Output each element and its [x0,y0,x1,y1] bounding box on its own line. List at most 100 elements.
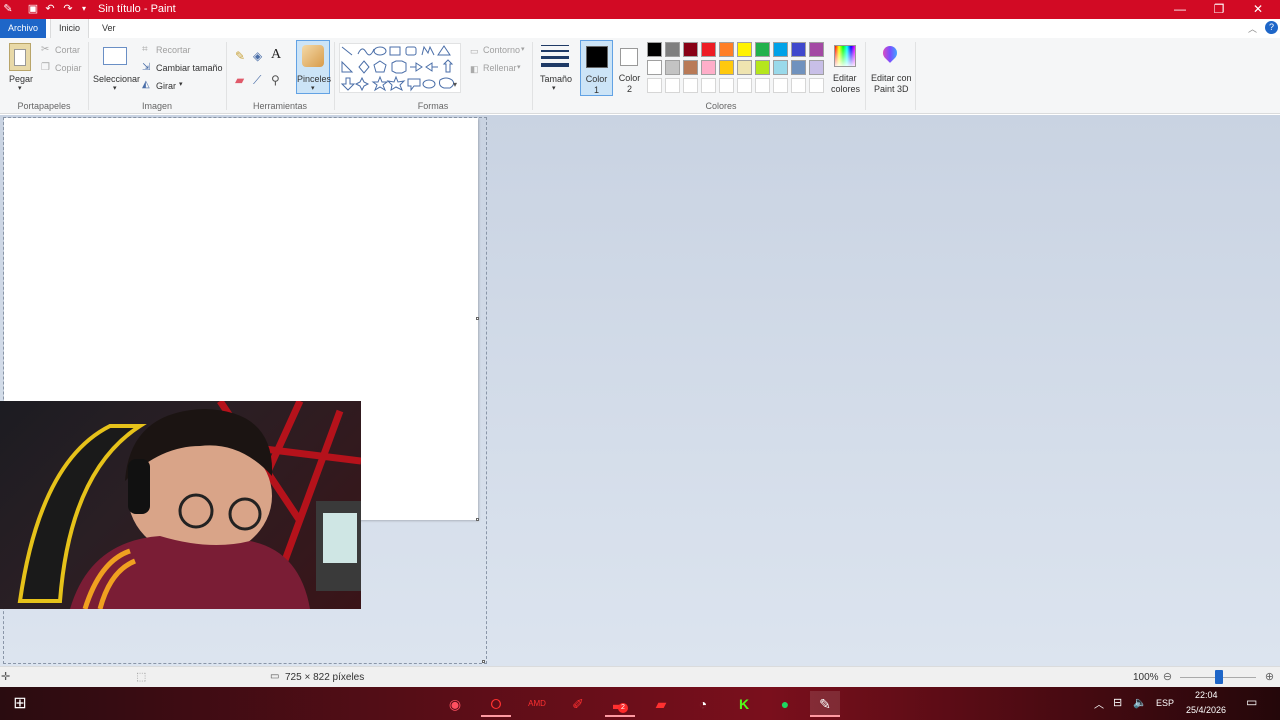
edit-colors-label-2[interactable]: colores [831,84,860,94]
edit-colors-label-1[interactable]: Editar [833,73,857,83]
palette-swatch[interactable] [665,42,680,57]
fill-icon[interactable]: ◈ [253,49,262,63]
rotate-dropdown-icon[interactable]: ▾ [179,80,183,88]
palette-swatch[interactable] [791,42,806,57]
undo-icon[interactable]: ↶ [44,3,56,15]
paste-icon[interactable] [9,43,31,71]
crop-button[interactable]: Recortar [156,45,191,55]
taskbar-opera-icon[interactable]: ⭘ [481,691,511,717]
palette-swatch[interactable] [809,42,824,57]
paste-dropdown-icon[interactable]: ▾ [18,84,22,92]
help-icon[interactable]: ? [1265,21,1278,34]
palette-swatch[interactable] [719,42,734,57]
palette-swatch[interactable] [647,42,662,57]
size-dropdown-icon[interactable]: ▾ [552,84,556,92]
custom-color-slot[interactable] [647,78,662,93]
shapes-gallery[interactable] [339,43,461,93]
close-button[interactable]: ✕ [1238,0,1278,19]
custom-color-slot[interactable] [755,78,770,93]
palette-swatch[interactable] [809,60,824,75]
text-icon[interactable]: A [271,48,281,62]
custom-color-slot[interactable] [719,78,734,93]
custom-color-slot[interactable] [773,78,788,93]
save-quick-icon[interactable]: ▣ [27,3,39,15]
tray-language[interactable]: ESP [1156,698,1174,708]
color-picker-icon[interactable]: ⟋ [253,73,261,87]
taskbar-paint-icon[interactable]: ✎ [810,691,840,717]
palette-swatch[interactable] [647,60,662,75]
taskbar-amd-icon[interactable]: AMD [522,691,552,717]
select-dropdown-icon[interactable]: ▾ [113,84,117,92]
shapes-more-icon[interactable]: ▾ [453,78,457,92]
tray-volume-icon[interactable]: 🔈 [1133,696,1147,709]
palette-swatch[interactable] [773,60,788,75]
palette-swatch[interactable] [701,60,716,75]
palette-swatch[interactable] [755,42,770,57]
edit-colors-icon[interactable] [834,45,856,67]
custom-color-slot[interactable] [737,78,752,93]
taskbar-spotify-icon[interactable]: ● [770,691,800,717]
palette-swatch[interactable] [755,60,770,75]
palette-swatch[interactable] [773,42,788,57]
customize-toolbar-icon[interactable]: ▾ [78,3,90,15]
custom-color-slot[interactable] [809,78,824,93]
taskbar-kick-icon[interactable]: K [729,691,759,717]
brushes-button[interactable]: Pinceles ▾ [296,40,331,94]
resize-handle-right[interactable] [476,317,479,320]
resize-button[interactable]: Cambiar tamaño [156,63,223,73]
outline-button[interactable]: Contorno [483,45,520,55]
zoom-in-button[interactable]: ⊕ [1263,670,1276,684]
palette-swatch[interactable] [683,42,698,57]
fill-button[interactable]: Rellenar [483,63,517,73]
palette-swatch[interactable] [683,60,698,75]
zoom-slider-thumb[interactable] [1215,670,1223,684]
palette-swatch[interactable] [791,60,806,75]
palette-swatch[interactable] [737,60,752,75]
start-windows-icon[interactable]: ⊞ [5,691,35,717]
size-button[interactable]: Tamaño [540,74,572,84]
edit-paint3d-label-1[interactable]: Editar con [871,73,912,83]
edit-paint3d-label-2[interactable]: Paint 3D [874,84,909,94]
notifications-icon[interactable]: ▭ [1246,695,1257,709]
restore-button[interactable]: ❐ [1199,0,1239,19]
copy-button[interactable]: Copiar [55,63,82,73]
custom-color-slot[interactable] [683,78,698,93]
taskbar-speedometer-icon[interactable]: ◔ [688,691,718,717]
palette-swatch[interactable] [665,60,680,75]
tab-inicio[interactable]: Inicio [50,19,90,38]
tab-archivo[interactable]: Archivo [0,19,46,38]
size-icon[interactable] [541,45,569,67]
tray-expand-icon[interactable]: ︿ [1094,696,1104,711]
tab-ver[interactable]: Ver [94,19,124,38]
resize-handle-outer-corner[interactable] [482,660,485,663]
custom-color-slot[interactable] [791,78,806,93]
minimize-button[interactable]: — [1160,0,1200,19]
pencil-icon[interactable]: ✎ [235,49,245,63]
paint-app-icon[interactable]: ✎ [2,3,14,15]
color2-button[interactable]: Color 2 [613,40,646,96]
custom-color-slot[interactable] [701,78,716,93]
color1-button[interactable]: Color 1 [580,40,613,96]
taskbar-folder-icon[interactable]: ▰ [646,691,676,717]
color-palette[interactable] [647,42,827,98]
select-button[interactable]: Seleccionar [93,74,140,84]
collapse-ribbon-icon[interactable]: ︿ [1248,22,1257,36]
paste-button[interactable]: Pegar [9,74,33,84]
cut-button[interactable]: Cortar [55,45,80,55]
taskbar-lock-app-icon[interactable]: ◉ [440,691,470,717]
select-icon[interactable] [103,47,127,65]
rotate-button[interactable]: Girar [156,81,176,91]
palette-swatch[interactable] [701,42,716,57]
resize-handle-corner[interactable] [476,518,479,521]
palette-swatch[interactable] [719,60,734,75]
tray-time[interactable]: 22:04 [1195,690,1218,700]
paint3d-icon[interactable] [880,43,900,67]
taskbar-edit-app-icon[interactable]: ✐ [563,691,593,717]
magnifier-icon[interactable]: ⚲ [271,73,280,87]
palette-swatch[interactable] [737,42,752,57]
eraser-icon[interactable]: ▰ [235,73,244,87]
tray-network-icon[interactable]: ⊟ [1113,696,1122,709]
redo-icon[interactable]: ↷ [62,3,74,15]
zoom-out-button[interactable]: ⊖ [1161,670,1174,684]
custom-color-slot[interactable] [665,78,680,93]
